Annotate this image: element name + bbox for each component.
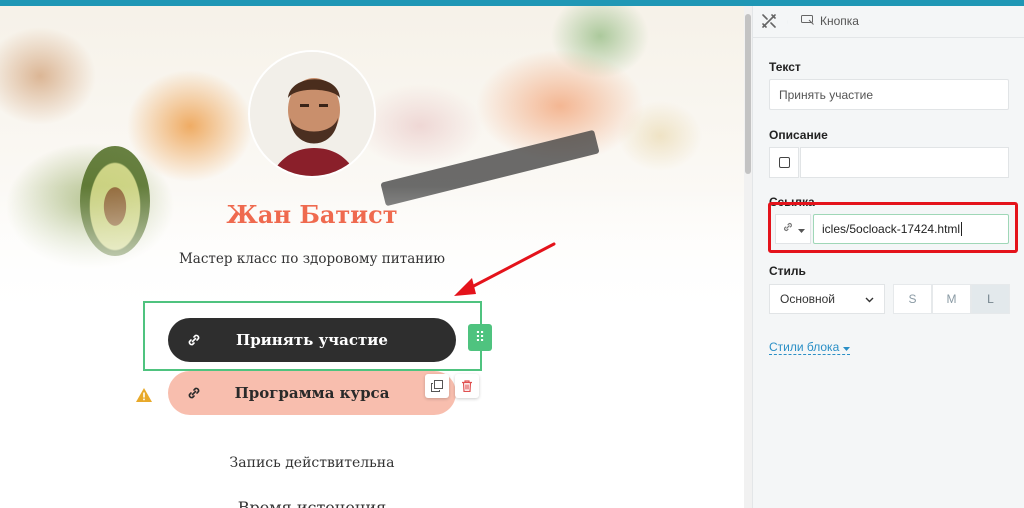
text-field-input[interactable]: Принять участие <box>769 79 1009 110</box>
trash-icon[interactable] <box>455 374 479 398</box>
tools-icon[interactable] <box>761 13 777 34</box>
copy-icon[interactable] <box>425 374 449 398</box>
subtitle: Мастер класс по здоровому питанию <box>178 251 445 267</box>
style-select-value: Основной <box>780 292 836 306</box>
page-canvas: Жан Батист Мастер класс по здоровому пит… <box>0 6 744 508</box>
link-icon <box>168 385 220 401</box>
size-toggle-group: S M L <box>893 284 1010 314</box>
breadcrumb-label: Кнопка <box>820 14 859 28</box>
link-type-dropdown[interactable] <box>775 214 811 244</box>
chevron-down-icon <box>865 292 874 306</box>
settings-panel: Кнопка Текст Принять участие Описание Сс… <box>752 6 1024 508</box>
secondary-button[interactable]: Программа курса <box>168 371 456 415</box>
scrollbar-thumb[interactable] <box>745 14 751 174</box>
time-text: Время истечения <box>237 498 387 508</box>
secondary-button-label: Программа курса <box>234 384 390 402</box>
block-styles-link[interactable]: Стили блока <box>769 340 851 355</box>
record-text: Запись действительна <box>229 455 395 471</box>
text-field-label: Текст <box>769 60 801 74</box>
caret-down-icon <box>797 220 805 238</box>
link-icon <box>782 220 794 238</box>
description-input[interactable] <box>800 147 1009 178</box>
drag-handle-icon[interactable]: ⠿ <box>468 324 492 351</box>
caret-down-icon <box>843 340 851 354</box>
warning-icon[interactable] <box>135 387 153 408</box>
size-m-button[interactable]: M <box>932 284 971 314</box>
description-checkbox[interactable] <box>769 147 799 178</box>
size-l-button[interactable]: L <box>971 284 1010 314</box>
block-styles-label: Стили блока <box>769 340 840 354</box>
annotation-arrow <box>454 242 556 296</box>
description-field-label: Описание <box>769 128 828 142</box>
link-icon <box>168 332 220 348</box>
panel-header: Кнопка <box>753 6 1024 38</box>
size-s-button[interactable]: S <box>893 284 932 314</box>
avatar <box>248 50 376 178</box>
style-select[interactable]: Основной <box>769 284 885 314</box>
button-icon <box>801 14 814 28</box>
style-field-label: Стиль <box>769 264 806 278</box>
person-name: Жан Батист <box>226 200 398 229</box>
primary-button-label: Принять участие <box>236 331 388 349</box>
link-url-input[interactable]: icles/5ocloack-17424.html <box>813 214 1009 244</box>
breadcrumb: Кнопка <box>801 14 859 28</box>
primary-button[interactable]: Принять участие <box>168 318 456 362</box>
link-url-value: icles/5ocloack-17424.html <box>822 222 961 236</box>
